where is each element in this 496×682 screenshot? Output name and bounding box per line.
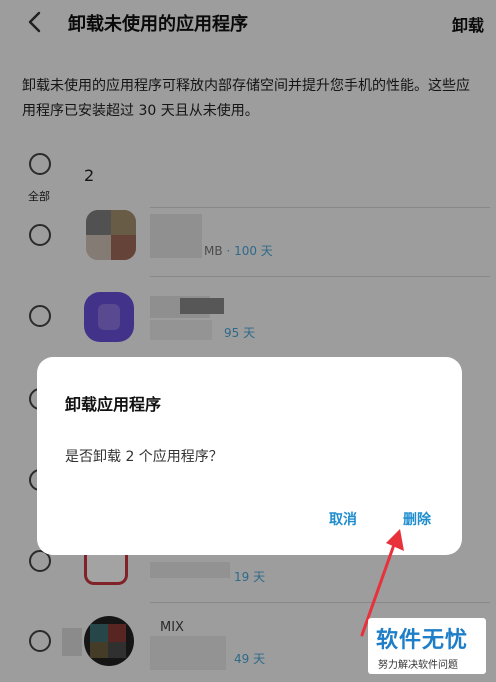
- watermark-main-text: 软件无忧: [376, 628, 469, 653]
- dialog-title: 卸载应用程序: [65, 395, 162, 414]
- watermark-logo: 软件无忧 努力解决软件问题: [368, 618, 486, 674]
- dialog-scrim[interactable]: [0, 0, 496, 682]
- dialog-message: 是否卸载 2 个应用程序？: [65, 449, 223, 465]
- watermark-sub-text: 努力解决软件问题: [378, 660, 458, 671]
